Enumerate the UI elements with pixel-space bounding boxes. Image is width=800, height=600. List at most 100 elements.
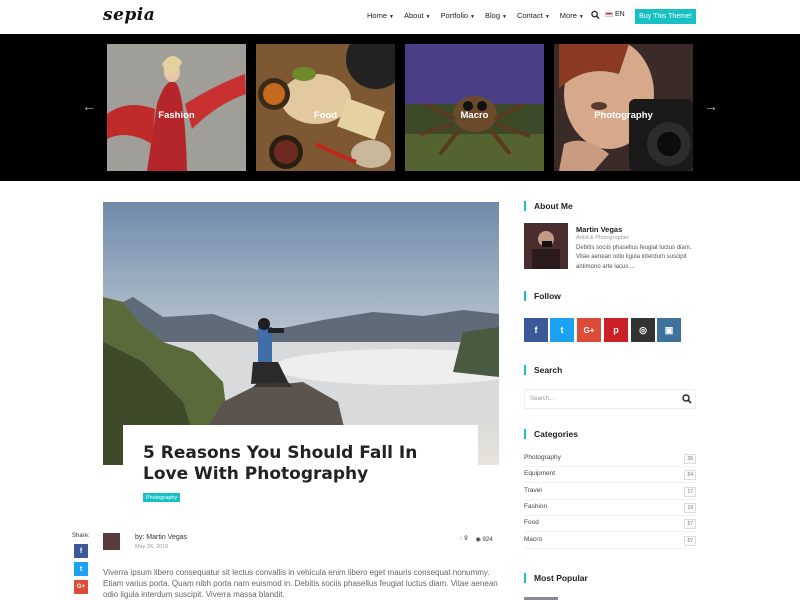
- sidebar-search-input[interactable]: Search...: [524, 389, 696, 409]
- post-title[interactable]: 5 Reasons You Should Fall In Love With P…: [143, 443, 458, 485]
- divider: [524, 515, 696, 516]
- food-image: [256, 44, 395, 171]
- category-name: Photography: [524, 454, 561, 461]
- nav-label: More: [559, 11, 577, 20]
- category-slider: ← Fashion Food Macro Photography →: [0, 34, 800, 181]
- category-count: 26: [684, 454, 696, 464]
- category-count: 57: [684, 519, 696, 529]
- comments-count[interactable]: ◌ 9: [459, 536, 468, 543]
- nav-label: About: [403, 11, 424, 20]
- comment-icon: ◌: [459, 536, 463, 542]
- chevron-down-icon: ▼: [578, 14, 584, 20]
- language-label: EN: [615, 11, 625, 18]
- category-item[interactable]: Food 57: [524, 519, 696, 531]
- buy-theme-button[interactable]: Buy This Theme!: [635, 9, 696, 24]
- twitter-share-icon[interactable]: t: [74, 562, 88, 576]
- divider: [524, 531, 696, 532]
- dribbble-icon[interactable]: ◎: [631, 318, 655, 342]
- nav-label: Blog: [485, 11, 501, 20]
- slider-next-arrow-icon[interactable]: →: [696, 96, 726, 116]
- nav-home[interactable]: Home ▼: [367, 11, 394, 20]
- category-name: Travel: [524, 487, 542, 494]
- main-nav: Home ▼ About ▼ Portfolio ▼ Blog ▼ Contact ▼ M…: [367, 11, 594, 20]
- about-widget-title: About Me: [524, 201, 573, 211]
- chevron-down-icon: ▼: [389, 14, 394, 20]
- site-logo[interactable]: sepia: [103, 5, 155, 25]
- google-plus-share-icon[interactable]: G+: [74, 580, 88, 594]
- facebook-share-icon[interactable]: f: [74, 544, 88, 558]
- nav-about[interactable]: About ▼: [404, 11, 431, 20]
- slider-prev-arrow-icon[interactable]: ←: [74, 96, 104, 116]
- category-item[interactable]: Macro 57: [524, 536, 696, 548]
- post-excerpt: Viverra ipsum libero consequatur sit lec…: [103, 568, 498, 599]
- instagram-icon[interactable]: ▣: [657, 318, 681, 342]
- eye-icon: ◉: [475, 537, 481, 543]
- post-stats: ◌ 9 ◉ 924: [459, 536, 493, 543]
- facebook-icon[interactable]: f: [524, 318, 548, 342]
- nav-more[interactable]: More ▼: [560, 11, 584, 20]
- nav-label: Home: [367, 11, 388, 20]
- category-count: 19: [684, 503, 696, 513]
- post-title-line: 5 Reasons You Should Fall In: [143, 443, 418, 463]
- slide-label: Food: [313, 110, 338, 121]
- slide-macro[interactable]: Macro: [405, 44, 544, 171]
- site-header: sepia Home ▼ About ▼ Portfolio ▼ Blog ▼ Cont…: [0, 0, 800, 34]
- macro-image: [405, 44, 544, 171]
- nav-portfolio[interactable]: Portfolio ▼: [441, 11, 475, 20]
- author-avatar[interactable]: [103, 533, 120, 550]
- about-text: Debitis sociis phasellus feugiat luctus …: [576, 245, 692, 270]
- divider: [524, 482, 696, 483]
- divider: [524, 499, 696, 500]
- slide-label: Macro: [460, 110, 489, 121]
- nav-contact[interactable]: Contact ▼: [517, 11, 550, 20]
- slide-fashion[interactable]: Fashion: [107, 44, 246, 171]
- nav-blog[interactable]: Blog ▼: [485, 11, 507, 20]
- categories-widget-title: Categories: [524, 429, 578, 439]
- pinterest-icon[interactable]: p: [604, 318, 628, 342]
- about-avatar: [524, 223, 568, 269]
- slide-label: Photography: [594, 110, 653, 121]
- slide-photography[interactable]: Photography: [554, 44, 693, 171]
- photography-image: [554, 44, 693, 171]
- fashion-image: [107, 44, 246, 171]
- post-category-tag[interactable]: Photography: [143, 493, 181, 502]
- views-count: ◉ 924: [476, 536, 493, 543]
- share-label: Share:: [72, 533, 90, 539]
- post-author[interactable]: by: Martin Vegas: [135, 534, 187, 541]
- category-item[interactable]: Photography 26: [524, 454, 696, 466]
- category-name: Equipment: [524, 470, 556, 477]
- about-name: Martin Vegas: [576, 225, 623, 234]
- popular-widget-title: Most Popular: [524, 573, 588, 583]
- category-name: Fashion: [524, 503, 548, 510]
- language-switcher[interactable]: EN: [605, 11, 625, 18]
- google-plus-icon[interactable]: G+: [577, 318, 601, 342]
- post-date: May 26, 2016: [135, 544, 169, 550]
- search-widget-title: Search: [524, 365, 562, 375]
- post-title-card: 5 Reasons You Should Fall In Love With P…: [123, 425, 478, 517]
- divider: [524, 466, 696, 467]
- post-title-line: Love With Photography: [143, 464, 369, 484]
- slide-food[interactable]: Food: [256, 44, 395, 171]
- divider: [524, 548, 696, 549]
- chevron-down-icon: ▼: [502, 14, 507, 20]
- category-count: 57: [684, 536, 696, 546]
- category-item[interactable]: Fashion 19: [524, 503, 696, 515]
- category-name: Macro: [524, 536, 543, 543]
- nav-label: Portfolio: [440, 11, 469, 20]
- about-role: Artist & Photographer: [576, 235, 629, 241]
- about-photo: [524, 223, 568, 269]
- chevron-down-icon: ▼: [544, 14, 550, 20]
- category-item[interactable]: Equipment 54: [524, 470, 696, 482]
- twitter-icon[interactable]: t: [550, 318, 574, 342]
- category-count: 54: [684, 470, 696, 480]
- category-item[interactable]: Travel 17: [524, 487, 696, 499]
- chevron-down-icon: ▼: [470, 14, 475, 20]
- slide-label: Fashion: [158, 110, 195, 121]
- comments-value: 9: [464, 536, 468, 542]
- chevron-down-icon: ▼: [425, 14, 431, 20]
- search-icon[interactable]: [682, 394, 692, 404]
- flag-icon: [605, 12, 613, 17]
- views-value: 924: [482, 537, 493, 543]
- category-name: Food: [524, 519, 539, 526]
- search-icon[interactable]: [591, 10, 600, 20]
